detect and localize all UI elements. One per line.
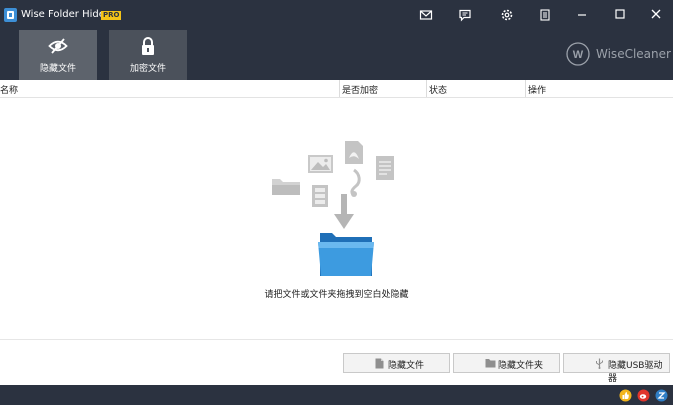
video-file-icon <box>312 185 328 207</box>
status-bar <box>0 385 673 405</box>
image-file-icon <box>308 155 333 173</box>
mail-icon[interactable] <box>419 8 433 22</box>
table-header: 名称 是否加密 状态 操作 <box>0 80 673 98</box>
folder-icon <box>485 359 496 368</box>
pro-badge: PRO <box>101 11 122 20</box>
menu-icon[interactable] <box>538 8 552 22</box>
lock-icon <box>142 37 154 55</box>
social-icon[interactable] <box>655 389 668 402</box>
message-icon[interactable] <box>458 8 472 22</box>
drag-drop-illustration <box>272 141 394 276</box>
tab-label: 加密文件 <box>129 64 166 74</box>
close-button[interactable] <box>647 5 665 23</box>
music-file-icon <box>350 168 361 197</box>
logo-letter: W <box>573 49 584 61</box>
folder-small-icon <box>272 179 300 195</box>
document-file-icon <box>376 156 394 180</box>
hide-folder-button[interactable]: 隐藏文件夹 <box>453 353 560 373</box>
hide-usb-drive-button[interactable]: 隐藏USB驱动器 <box>563 353 670 384</box>
arrow-down-icon <box>334 194 354 229</box>
column-divider[interactable] <box>525 80 526 97</box>
hide-file-button[interactable]: 隐藏文件 <box>343 353 450 373</box>
minimize-button[interactable] <box>573 5 591 23</box>
wisecleaner-logo-icon: W <box>566 42 590 66</box>
tab-encrypt-file[interactable]: 加密文件 <box>109 30 187 80</box>
column-name[interactable]: 名称 <box>0 83 18 96</box>
tab-label: 隐藏文件 <box>39 64 76 74</box>
column-status[interactable]: 状态 <box>429 83 447 96</box>
eye-slash-icon <box>48 38 68 54</box>
usb-icon <box>596 358 603 369</box>
hide-usb-label: 隐藏USB驱动器 <box>608 361 663 384</box>
file-icon <box>375 358 384 369</box>
hide-file-label: 隐藏文件 <box>388 361 425 371</box>
blue-folder-icon <box>318 233 374 276</box>
app-title: Wise Folder Hider <box>21 9 109 20</box>
drop-area[interactable]: 请把文件或文件夹拖拽到空白处隐藏 <box>0 98 673 339</box>
toolbar: 隐藏文件 加密文件 W WiseCleaner <box>0 30 673 80</box>
title-bar: Wise Folder Hider PRO <box>0 0 673 30</box>
column-divider[interactable] <box>426 80 427 97</box>
weibo-icon[interactable] <box>637 389 650 402</box>
hide-folder-label: 隐藏文件夹 <box>498 361 544 371</box>
app-logo-icon <box>4 8 17 22</box>
column-divider[interactable] <box>339 80 340 97</box>
brand-name: WiseCleaner <box>596 47 671 61</box>
like-icon[interactable] <box>619 389 632 402</box>
action-bar: 隐藏文件 隐藏文件夹 隐藏USB驱动器 <box>0 339 673 385</box>
maximize-button[interactable] <box>611 5 629 23</box>
tab-hide-file[interactable]: 隐藏文件 <box>19 30 97 80</box>
column-encrypted[interactable]: 是否加密 <box>342 83 378 96</box>
column-action[interactable]: 操作 <box>528 83 546 96</box>
gear-icon[interactable] <box>500 8 514 22</box>
drop-hint-text: 请把文件或文件夹拖拽到空白处隐藏 <box>264 290 409 300</box>
pdf-file-icon <box>345 141 363 164</box>
